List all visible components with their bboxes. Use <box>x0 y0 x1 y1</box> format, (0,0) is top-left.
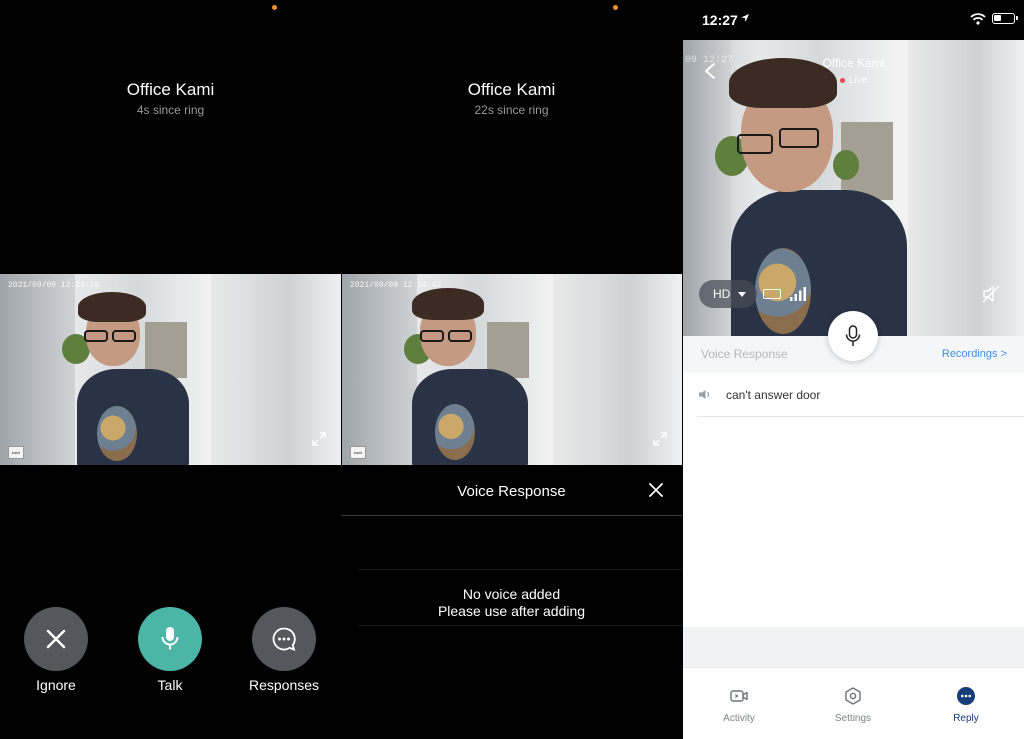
recordings-link[interactable]: Recordings > <box>942 348 1007 360</box>
camera-name: Office Kami <box>822 56 885 70</box>
tab-activity[interactable]: Activity <box>704 686 774 724</box>
battery-icon <box>992 13 1018 24</box>
divider <box>359 625 682 626</box>
ring-elapsed: 22s since ring <box>474 103 549 117</box>
empty-state-line: Please use after adding <box>437 603 586 619</box>
live-dot <box>840 77 845 83</box>
talk-label: Talk <box>157 677 183 693</box>
live-label: Live <box>849 75 868 86</box>
talk-button[interactable]: Talk <box>125 607 215 693</box>
tab-bar: Activity Settings Reply <box>683 667 1024 739</box>
hexagon-gear-icon <box>845 687 861 705</box>
feed-timestamp: 2021/09/09 12:24:26 <box>8 281 100 290</box>
spacer-band <box>683 627 1024 667</box>
feed-timestamp: 2021/09/09 12:24:42 <box>350 281 442 290</box>
privacy-indicator-dot <box>613 5 618 10</box>
microphone-button[interactable] <box>828 311 878 361</box>
ignore-button[interactable]: Ignore <box>11 607 101 693</box>
watermark-logo: kami <box>8 446 24 459</box>
close-icon[interactable] <box>648 482 664 498</box>
ring-screen-panel: Office Kami 4s since ring 2021/09/09 12:… <box>0 0 341 739</box>
divider <box>341 515 682 516</box>
voice-response-label: Voice Response <box>701 347 788 361</box>
camera-battery-icon <box>763 289 781 299</box>
quality-selector[interactable]: HD <box>699 280 757 308</box>
empty-state-line: No voice added <box>462 586 561 602</box>
tab-label: Activity <box>723 713 755 724</box>
microphone-icon <box>845 325 861 346</box>
tab-reply[interactable]: Reply <box>931 686 1001 724</box>
status-time: 12:27 <box>702 12 738 28</box>
quality-label: HD <box>713 287 731 301</box>
ignore-label: Ignore <box>36 677 76 693</box>
expand-icon[interactable] <box>311 431 327 447</box>
voice-response-panel: Office Kami 22s since ring 2021/09/09 12… <box>341 0 682 739</box>
expand-icon[interactable] <box>652 431 668 447</box>
close-icon <box>46 629 66 649</box>
responses-label: Responses <box>248 677 320 693</box>
tab-label: Settings <box>834 713 872 724</box>
video-icon <box>730 690 748 702</box>
tab-label: Reply <box>953 713 979 724</box>
microphone-icon <box>161 627 179 650</box>
camera-feed[interactable]: 2021/09/09 12:24:42 kami <box>342 274 682 465</box>
speaker-icon <box>699 390 710 399</box>
location-arrow-icon <box>741 14 749 22</box>
speaker-muted-icon[interactable] <box>981 284 1001 304</box>
voice-response-text: can't answer door <box>726 388 821 402</box>
privacy-indicator-dot <box>272 5 277 10</box>
chat-bubble-icon <box>957 687 975 705</box>
status-bar: 12:27 <box>683 0 1024 40</box>
live-view-panel: 12:27 09 12:27 Office Kami Live HD Voice… <box>683 0 1024 739</box>
tab-settings[interactable]: Settings <box>818 686 888 724</box>
signal-strength-icon <box>790 287 806 301</box>
responses-button[interactable]: Responses <box>239 607 329 693</box>
divider <box>359 569 682 570</box>
camera-name: Office Kami <box>467 80 556 99</box>
camera-name: Office Kami <box>126 80 215 99</box>
live-camera-feed[interactable]: 09 12:27 Office Kami Live HD <box>683 40 1024 336</box>
caret-down-icon <box>738 291 747 297</box>
wifi-icon <box>970 13 986 25</box>
empty-state-message: No voice added Please use after adding <box>341 586 682 620</box>
ring-elapsed: 4s since ring <box>136 103 205 117</box>
watermark-logo: kami <box>350 446 366 459</box>
sheet-title: Voice Response <box>457 483 566 500</box>
chat-bubble-icon <box>272 627 296 651</box>
camera-feed[interactable]: 2021/09/09 12:24:26 kami <box>0 274 341 465</box>
live-indicator: Live <box>840 75 867 86</box>
voice-response-item[interactable]: can't answer door <box>697 375 1024 417</box>
